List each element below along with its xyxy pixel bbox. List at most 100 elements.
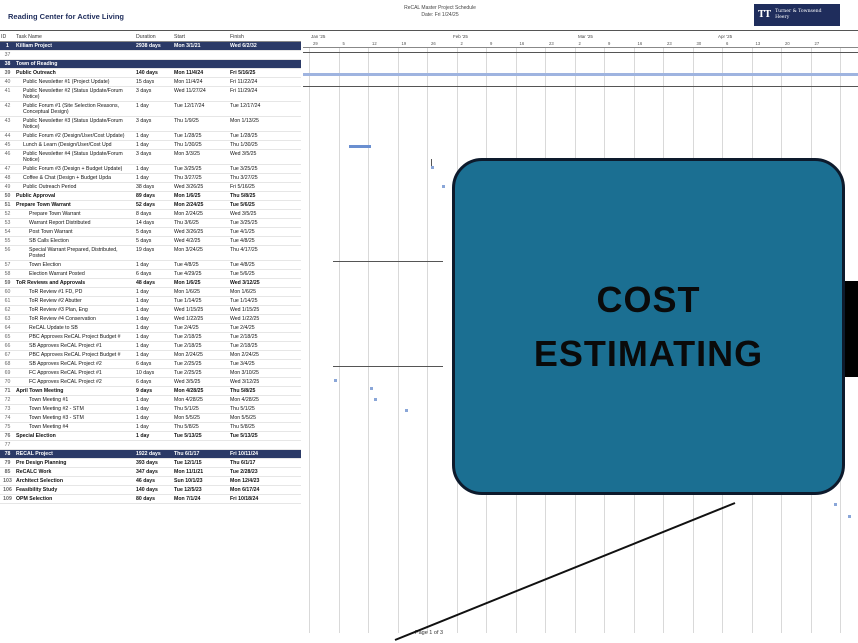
table-row[interactable]: 40 Public Newsletter #1 (Project Update) 1… xyxy=(0,77,301,87)
timeline-gridline xyxy=(309,48,310,633)
table-row[interactable]: 43 Public Newsletter #3 (Status Update/Fo… xyxy=(0,116,301,132)
task-start: Wed 1/15/25 xyxy=(173,305,229,315)
table-row[interactable]: 44 Public Forum #2 (Design/User/Cost Upda… xyxy=(0,131,301,141)
table-row[interactable]: 65 PBC Approves ReCAL Project Budget #1 d… xyxy=(0,332,301,342)
task-finish: Thu 4/17/25 xyxy=(229,245,301,261)
timeline-week-label: 16 xyxy=(519,41,525,46)
table-row[interactable]: 109 OPM Selection 80 days Mon 7/1/24 Fri 10/… xyxy=(0,494,301,504)
task-name: ReCALC Work xyxy=(15,467,135,477)
timeline-week-label: 9 xyxy=(490,41,493,46)
table-row[interactable]: 67 PBC Approves ReCAL Project Budget #1 d… xyxy=(0,350,301,360)
cost-estimating-callout: COST ESTIMATING xyxy=(452,158,845,495)
table-row[interactable]: 52 Prepare Town Warrant 8 days Mon 2/24/25 W… xyxy=(0,209,301,219)
task-finish: Tue 3/4/25 xyxy=(229,359,301,369)
timeline-week-label: 30 xyxy=(696,41,702,46)
table-row[interactable]: 1 Killiam Project 2938 days Mon 3/1/21 Wed 6… xyxy=(0,41,301,51)
table-row[interactable]: 76 Special Election 1 day Tue 5/13/25 Tue 5/… xyxy=(0,431,301,441)
table-row[interactable]: 64 ReCAL Update to SB 1 day Tue 2/4/25 Tue 2… xyxy=(0,323,301,333)
callout-line-2: ESTIMATING xyxy=(533,332,764,374)
table-row[interactable]: 60 ToR Review #1 FD, PD 1 day Mon 1/6/25 Mon… xyxy=(0,287,301,297)
task-finish: Fri 10/11/24 xyxy=(229,449,301,459)
table-row[interactable]: 39 Public Outreach 140 days Mon 11/4/24 Fri … xyxy=(0,68,301,78)
table-row[interactable]: 57 Town Election 1 day Tue 4/8/25 Tue 4/8/25 xyxy=(0,260,301,270)
milestone-marker xyxy=(431,166,434,169)
task-name: RECAL Project xyxy=(15,449,135,459)
table-row[interactable]: 50 Public Approval 89 days Mon 1/6/25 Thu 5/… xyxy=(0,191,301,201)
table-row[interactable]: 71 April Town Meeting 9 days Mon 4/28/25 Thu… xyxy=(0,386,301,396)
column-header-start: Start xyxy=(173,33,229,42)
logo-line-2: Heery xyxy=(775,15,790,20)
table-row[interactable]: 103 Architect Selection 46 days Sun 10/1/23… xyxy=(0,476,301,486)
table-row[interactable]: 62 ToR Review #3 Plan, Eng 1 day Wed 1/15/2… xyxy=(0,305,301,315)
task-finish: Mon 1/6/25 xyxy=(229,287,301,297)
task-finish: Thu 3/27/25 xyxy=(229,173,301,183)
task-name: Public Approval xyxy=(15,191,135,201)
task-finish: Wed 3/5/25 xyxy=(229,149,301,165)
task-name: ToR Review #4 Conservation xyxy=(15,314,135,324)
project-title: Reading Center for Active Living xyxy=(8,12,124,21)
task-name: Public Outreach xyxy=(15,68,135,78)
task-duration: 10 days xyxy=(135,368,173,378)
table-row[interactable]: 56 Special Warrant Prepared, Distributed,… xyxy=(0,245,301,261)
task-finish: Fri 5/16/25 xyxy=(229,68,301,78)
summary-bar-line xyxy=(333,366,443,367)
table-row[interactable]: 85 ReCALC Work 347 days Mon 11/1/21 Tue 2/28… xyxy=(0,467,301,477)
table-row[interactable]: 79 Pre Design Planning 393 days Tue 12/1/15… xyxy=(0,458,301,468)
logo-line-1: Turner & Townsend xyxy=(775,9,822,14)
task-duration: 3 days xyxy=(135,86,173,102)
table-row[interactable]: 59 ToR Reviews and Approvals 48 days Mon 1/… xyxy=(0,278,301,288)
table-row[interactable]: 73 Town Meeting #2 - STM 1 day Thu 5/1/25 Th… xyxy=(0,404,301,414)
table-row[interactable]: 54 Post Town Warrant 5 days Wed 3/26/25 Tue … xyxy=(0,227,301,237)
task-duration: 19 days xyxy=(135,245,173,261)
table-row[interactable]: 42 Public Forum #1 (Site Selection Reason… xyxy=(0,101,301,117)
task-name: Prepare Town Warrant xyxy=(15,200,135,210)
table-row[interactable]: 70 FC Approves ReCAL Project #2 6 days Wed … xyxy=(0,377,301,387)
timeline-week-label: 23 xyxy=(549,41,554,46)
table-row[interactable]: 68 SB Approves ReCAL Project #2 6 days Tue … xyxy=(0,359,301,369)
table-row[interactable]: 66 SB Approves ReCAL Project #1 1 day Tue 2… xyxy=(0,341,301,351)
task-name: Coffee & Chat (Design + Budget Upda xyxy=(15,173,135,183)
table-row[interactable]: 58 Election Warrant Posted 6 days Tue 4/29/… xyxy=(0,269,301,279)
task-id: 79 xyxy=(0,458,15,468)
table-row[interactable]: 106 Feasibility Study 140 days Tue 12/5/23 M… xyxy=(0,485,301,495)
task-name: Special Warrant Prepared, Distributed, P… xyxy=(15,245,135,261)
table-row[interactable]: 61 ToR Review #2 Abutter 1 day Tue 1/14/25 T… xyxy=(0,296,301,306)
task-id: 57 xyxy=(0,260,15,270)
task-start: Mon 3/3/25 xyxy=(173,149,229,165)
task-start: Tue 12/5/23 xyxy=(173,485,229,495)
table-row[interactable]: 53 Warrant Report Distributed 14 days Thu 3… xyxy=(0,218,301,228)
table-row[interactable]: 49 Public Outreach Period 38 days Wed 3/26/… xyxy=(0,182,301,192)
table-row[interactable]: 48 Coffee & Chat (Design + Budget Upda 1 d… xyxy=(0,173,301,183)
task-duration: 52 days xyxy=(135,200,173,210)
table-row[interactable]: 55 SB Calls Election 5 days Wed 4/2/25 Tue 4… xyxy=(0,236,301,246)
task-duration: 1 day xyxy=(135,131,173,141)
table-row[interactable]: 38 Town of Reading xyxy=(0,59,301,69)
task-start: Tue 4/29/25 xyxy=(173,269,229,279)
table-row[interactable]: 51 Prepare Town Warrant 52 days Mon 2/24/25… xyxy=(0,200,301,210)
table-row[interactable]: 74 Town Meeting #3 - STM 1 day Mon 5/5/25 Mo… xyxy=(0,413,301,423)
task-start: Mon 4/28/25 xyxy=(173,395,229,405)
task-name: Public Forum #3 (Design + Budget Update) xyxy=(15,164,135,174)
milestone-marker xyxy=(834,503,837,506)
task-start: Tue 2/4/25 xyxy=(173,323,229,333)
task-name: Post Town Warrant xyxy=(15,227,135,237)
task-duration: 46 days xyxy=(135,476,173,486)
table-row[interactable]: 63 ToR Review #4 Conservation 1 day Wed 1/2… xyxy=(0,314,301,324)
table-row[interactable]: 46 Public Newsletter #4 (Status Update/Fo… xyxy=(0,149,301,165)
table-row[interactable]: 69 FC Approves ReCAL Project #1 10 days Tue… xyxy=(0,368,301,378)
table-row[interactable]: 45 Lunch & Learn (Design/User/Cost Upd 1 d… xyxy=(0,140,301,150)
table-row[interactable]: 37 xyxy=(0,50,301,60)
table-row[interactable]: 77 xyxy=(0,440,301,450)
task-duration: 6 days xyxy=(135,269,173,279)
table-row[interactable]: 47 Public Forum #3 (Design + Budget Updat… xyxy=(0,164,301,174)
task-id: 65 xyxy=(0,332,15,342)
table-row[interactable]: 41 Public Newsletter #2 (Status Update/Fo… xyxy=(0,86,301,102)
task-start: Mon 2/24/25 xyxy=(173,209,229,219)
task-id: 109 xyxy=(0,494,15,504)
table-row[interactable]: 78 RECAL Project 1922 days Thu 6/1/17 Fri 10… xyxy=(0,449,301,459)
schedule-title: ReCAL Master Project Schedule xyxy=(404,5,476,11)
task-finish: Tue 5/6/25 xyxy=(229,200,301,210)
schedule-header: ReCAL Master Project Schedule Date: Fri … xyxy=(360,5,520,19)
table-row[interactable]: 75 Town Meeting #4 1 day Thu 5/8/25 Thu 5/8/… xyxy=(0,422,301,432)
table-row[interactable]: 72 Town Meeting #1 1 day Mon 4/28/25 Mon 4/2… xyxy=(0,395,301,405)
